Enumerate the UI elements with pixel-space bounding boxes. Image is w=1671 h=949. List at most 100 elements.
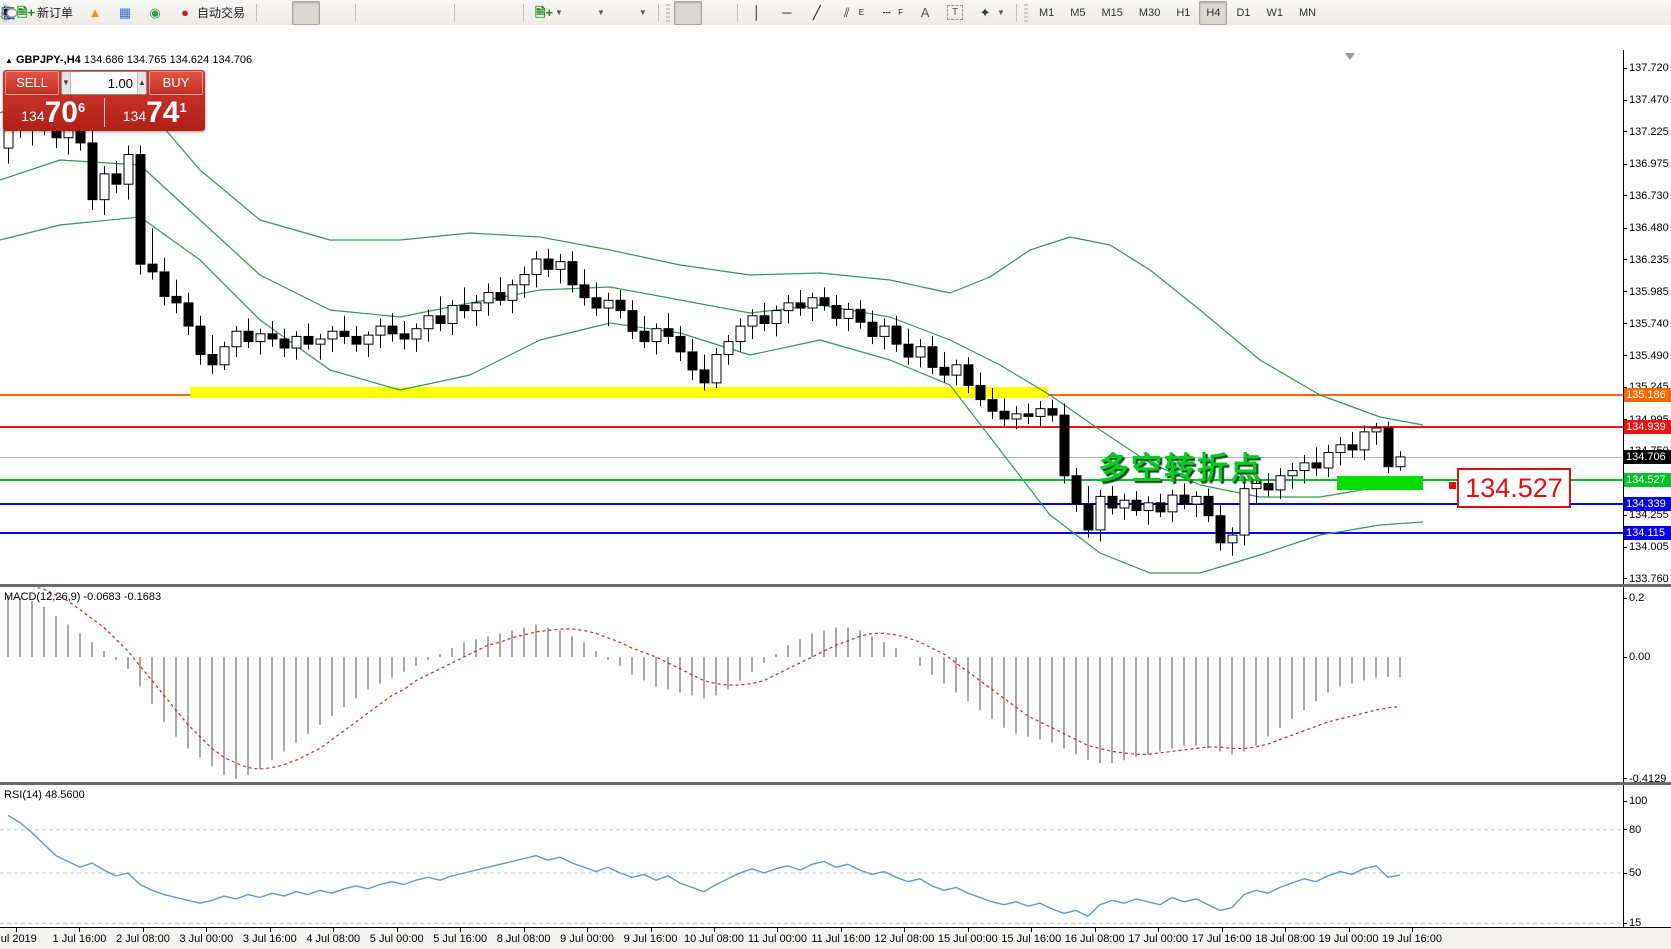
- cursor-tool-button[interactable]: [4, 0, 702, 25]
- volume-decrease-button[interactable]: ▼: [62, 72, 71, 94]
- chart-shift-button[interactable]: [3, 1, 488, 25]
- fibonacci-tool-button[interactable]: ┄ F: [872, 1, 909, 25]
- price-callout-box[interactable]: 134.527: [1457, 468, 1571, 508]
- trendline-icon: ╱: [812, 4, 821, 20]
- bar-chart-button[interactable]: [2, 1, 290, 25]
- horizontal-line-tool-button[interactable]: ─: [773, 1, 801, 25]
- zoom-in-button[interactable]: [1, 1, 389, 25]
- market-watch-button[interactable]: ◉: [141, 1, 169, 25]
- timeframe-m1-button[interactable]: M1: [1032, 1, 1061, 25]
- autotrade-button[interactable]: ● 自动交易: [171, 1, 251, 25]
- time-axis-tick: [460, 928, 462, 932]
- search-icon: [1, 5, 1626, 21]
- text-tool-icon: A: [920, 4, 930, 20]
- time-axis-tick: [1094, 928, 1096, 932]
- toolbar-separator: [256, 3, 258, 22]
- ohlc-high: 134.765: [126, 54, 167, 66]
- text-label-icon: T: [947, 5, 964, 20]
- line-chart-button[interactable]: [0, 1, 350, 25]
- time-axis-tick: [650, 928, 652, 932]
- search-button[interactable]: [1, 1, 1632, 25]
- axis-tick-label: 136.730: [1629, 189, 1669, 202]
- zoom-out-button[interactable]: [1, 1, 419, 25]
- charts-window-button[interactable]: ▦: [111, 1, 139, 25]
- buy-price-prefix: 134: [122, 108, 147, 124]
- time-axis-label: 10 Jul 08:00: [684, 933, 744, 945]
- timeframe-h4-button[interactable]: H4: [1199, 0, 1228, 25]
- text-tool-button[interactable]: A: [911, 1, 939, 25]
- buy-price-main: 74: [146, 96, 180, 129]
- axis-tick-label: 136.975: [1629, 158, 1669, 171]
- toolbar-grip[interactable]: [1023, 3, 1028, 22]
- text-label-tool-button[interactable]: T: [941, 1, 969, 25]
- macd-pane[interactable]: [0, 587, 1623, 782]
- macd-histogram: [7, 595, 1401, 779]
- timeframe-mn-button[interactable]: MN: [1292, 1, 1323, 25]
- sell-button[interactable]: SELL: [5, 71, 59, 95]
- axis-tick-label: 135.740: [1629, 317, 1669, 330]
- periods-button[interactable]: ▼: [1, 1, 611, 25]
- sell-price[interactable]: 134 70 6: [3, 96, 104, 129]
- timeframe-m30-button[interactable]: M30: [1132, 1, 1167, 25]
- indicators-button[interactable]: 🗎+ ▼: [529, 1, 569, 25]
- time-axis-label: 8 Jul 08:00: [496, 933, 551, 945]
- main-chart-pane[interactable]: [0, 50, 1623, 584]
- auto-scroll-button[interactable]: [3, 1, 518, 25]
- timeframe-m5-button[interactable]: M5: [1063, 1, 1092, 25]
- chart-shift-marker[interactable]: [1345, 53, 1355, 60]
- axis-tick-label: 135.985: [1629, 285, 1669, 298]
- rsi-pane[interactable]: [0, 785, 1623, 949]
- tile-windows-button[interactable]: [2, 1, 449, 25]
- bollinger-lower-band: [0, 216, 1424, 574]
- volume-input[interactable]: [71, 72, 137, 94]
- time-axis-tick: [904, 928, 906, 932]
- time-axis-label: 1 Jul 16:00: [52, 933, 107, 945]
- axis-tick-label: 50: [1629, 867, 1642, 879]
- templates-button[interactable]: ▼: [1, 1, 653, 25]
- indicators-icon: 🗎+: [535, 4, 554, 20]
- timeframe-h1-button[interactable]: H1: [1169, 1, 1197, 25]
- volume-increase-button[interactable]: ▲: [137, 72, 146, 94]
- green-highlight-box[interactable]: [1337, 476, 1423, 490]
- new-order-button[interactable]: 🗎+ 新订单: [11, 1, 79, 25]
- candlestick-chart-svg: [0, 86, 1424, 574]
- toolbar-separator: [657, 3, 659, 22]
- fibonacci-letter: F: [898, 8, 904, 17]
- bar-chart-icon: [2, 5, 284, 21]
- buy-price[interactable]: 134 74 1: [105, 96, 206, 129]
- toolbar-separator: [454, 3, 456, 22]
- chat-button[interactable]: [1, 1, 1662, 25]
- profile-button[interactable]: ▲: [81, 1, 109, 25]
- vertical-line-tool-button[interactable]: │: [743, 1, 771, 25]
- time-axis-label: 17 Jul 00:00: [1128, 933, 1189, 945]
- market-watch-icon: ◉: [149, 4, 161, 20]
- time-axis-tick: [16, 928, 17, 932]
- candlestick-chart-button[interactable]: [3, 0, 321, 25]
- channel-tool-button[interactable]: ⫽ E: [833, 1, 870, 25]
- time-axis-label: 19 Jul 00:00: [1318, 933, 1379, 945]
- crosshair-icon: [2, 5, 726, 21]
- time-axis[interactable]: Jul 2019 1 Jul 16:00 2 Jul 08:00 3 Jul 00:0…: [0, 927, 1671, 949]
- vertical-line-icon: │: [752, 4, 761, 20]
- buy-button[interactable]: BUY: [149, 71, 203, 95]
- sell-price-main: 70: [44, 96, 78, 129]
- turning-point-annotation[interactable]: 多空转折点: [1098, 443, 1263, 488]
- time-axis-tick: [206, 928, 208, 932]
- profile-icon: ▲: [88, 4, 102, 20]
- time-axis-label: 9 Jul 16:00: [623, 933, 678, 945]
- time-axis-tick: [1348, 928, 1350, 932]
- time-axis-label: 12 Jul 08:00: [874, 933, 935, 945]
- time-axis-tick: [523, 928, 525, 932]
- timeframe-w1-button[interactable]: W1: [1260, 1, 1291, 25]
- timeframe-d1-button[interactable]: D1: [1229, 1, 1257, 25]
- timeframe-m15-button[interactable]: M15: [1095, 1, 1130, 25]
- zoom-out-icon: [1, 5, 413, 21]
- arrows-tool-button[interactable]: ✦ ▼: [971, 1, 1011, 25]
- collapse-arrow-icon[interactable]: ▲: [5, 56, 13, 65]
- time-axis-label: 5 Jul 00:00: [369, 933, 424, 945]
- axis-tick-label: 100: [1629, 795, 1648, 807]
- trendline-tool-button[interactable]: ╱: [803, 1, 831, 25]
- crosshair-tool-button[interactable]: [2, 1, 732, 25]
- toolbar: 🗎+ 新订单 ▲ ▦ ◉ ● 自动交易 🗎+ ▼ ▼ ▼ │ ─ ╱ ⫽ E ┄…: [0, 0, 1671, 26]
- toolbar-grip[interactable]: [665, 3, 670, 22]
